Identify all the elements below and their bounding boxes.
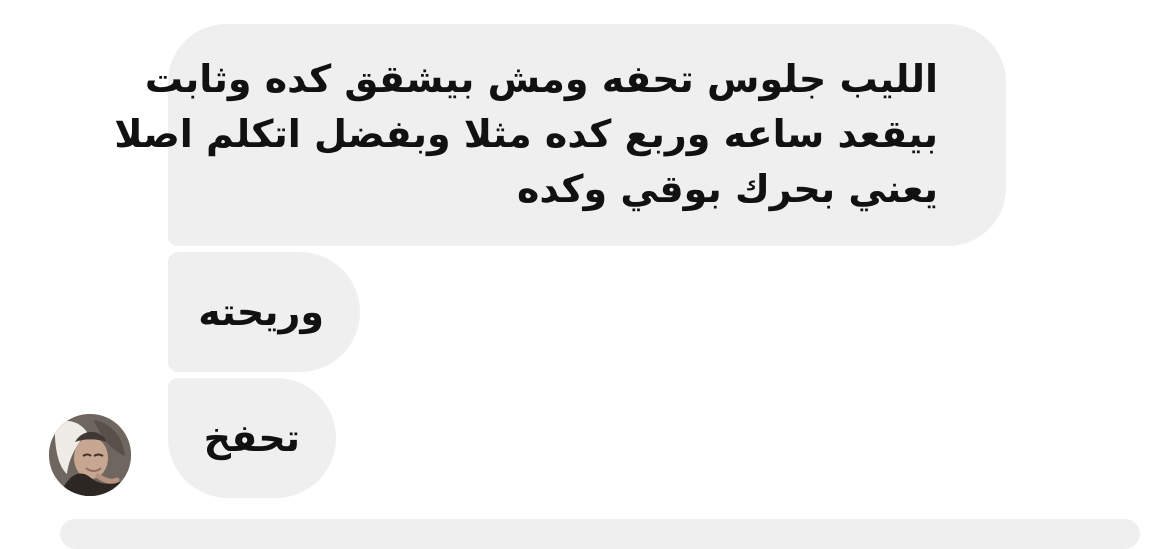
message-bubble-2[interactable]: وريحته — [168, 252, 360, 372]
message-bubble-3[interactable]: تحفخ — [168, 378, 336, 498]
message-text: تحفخ — [203, 416, 300, 460]
message-text: وريحته — [198, 290, 324, 334]
message-line-3: يعني بحرك بوقي وكده — [516, 167, 938, 211]
profile-avatar-icon[interactable] — [49, 414, 131, 496]
message-bubble-1[interactable]: الليب جلوس تحفه ومش بيشقق كده وثابت بيقع… — [114, 24, 1006, 246]
message-composer[interactable] — [60, 519, 1140, 549]
message-line-2: بيقعد ساعه وربع كده مثلا وبفضل اتكلم اصل… — [114, 112, 938, 156]
message-line-1: الليب جلوس تحفه ومش بيشقق كده وثابت — [144, 57, 938, 101]
